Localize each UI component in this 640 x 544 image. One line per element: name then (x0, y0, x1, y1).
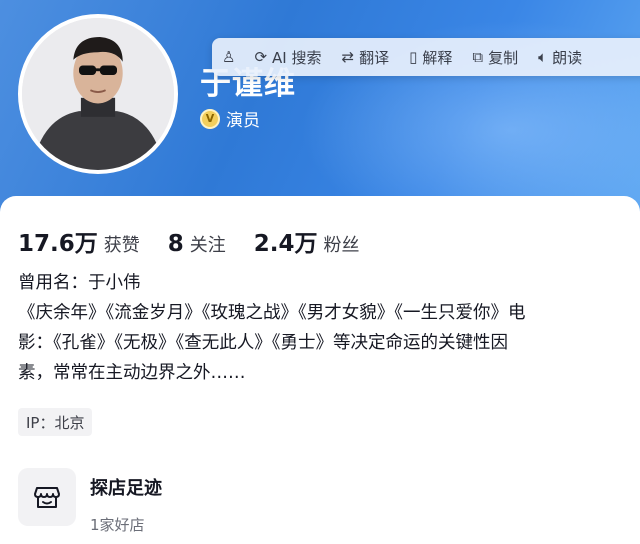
translate-label: 翻译 (359, 48, 390, 67)
ai-search-label: AI 搜索 (272, 48, 322, 67)
avatar[interactable] (18, 14, 178, 174)
toolbar-assistant-icon[interactable]: ♙ (222, 48, 240, 66)
stat-value: 2.4万 (253, 231, 318, 257)
footprint-subtitle: 1家好店 (90, 516, 145, 534)
store-footprint-entry[interactable]: 探店足迹 1家好店 (18, 468, 162, 535)
bio-line: 素，常常在主动边界之外…… (18, 363, 246, 383)
bio-line: 《庆余年》《流金岁月》《玫瑰之战》《男才女貌》《一生只爱你》电 (18, 303, 526, 323)
footprint-title: 探店足迹 (90, 478, 162, 499)
translate-button[interactable]: ⇄ 翻译 (342, 47, 390, 68)
refresh-sparkle-icon: ⟳ (254, 48, 268, 66)
copy-label: 复制 (488, 48, 519, 67)
copy-button[interactable]: ⧉ 复制 (472, 47, 518, 68)
explain-button[interactable]: ▯ 解释 (409, 47, 452, 68)
stat-label: 关注 (189, 235, 226, 256)
ai-selection-toolbar: ♙ ⟳ AI 搜索 ⇄ 翻译 ▯ 解释 ⧉ 复制 🔈︎ 朗读 (212, 38, 640, 76)
verified-row: V 演员 (200, 106, 260, 131)
stats-row: 17.6万 获赞 8 关注 2.4万 粉丝 (18, 224, 388, 258)
ip-location-tag: IP：北京 (18, 408, 93, 436)
profile-bio[interactable]: 曾用名：于小伟 《庆余年》《流金岁月》《玫瑰之战》《男才女貌》《一生只爱你》电 … (18, 268, 628, 388)
stat-followers[interactable]: 2.4万 粉丝 (254, 224, 360, 258)
stat-likes[interactable]: 17.6万 获赞 (18, 224, 140, 258)
speaker-icon: 🔈︎ (538, 48, 548, 66)
verified-title: 演员 (226, 111, 260, 131)
verified-badge-icon: V (200, 108, 220, 129)
avatar-portrait (22, 18, 174, 170)
read-aloud-button[interactable]: 🔈︎ 朗读 (538, 47, 582, 68)
stat-label: 粉丝 (323, 235, 360, 256)
stat-following[interactable]: 8 关注 (168, 231, 226, 257)
shop-icon (18, 468, 76, 526)
read-aloud-label: 朗读 (552, 48, 583, 67)
copy-icon: ⧉ (472, 48, 484, 66)
stat-value: 8 (167, 231, 184, 257)
stat-label: 获赞 (103, 235, 140, 256)
stat-value: 17.6万 (18, 231, 98, 257)
ai-search-button[interactable]: ⟳ AI 搜索 (254, 47, 321, 68)
translate-icon: ⇄ (341, 48, 355, 66)
footprint-text: 探店足迹 1家好店 (90, 468, 162, 535)
bio-line: 影：《孔雀》《无极》《查无此人》《勇士》等决定命运的关键性因 (18, 333, 508, 353)
book-icon: ▯ (409, 48, 418, 66)
explain-label: 解释 (422, 48, 453, 67)
bio-line: 曾用名：于小伟 (18, 273, 141, 293)
